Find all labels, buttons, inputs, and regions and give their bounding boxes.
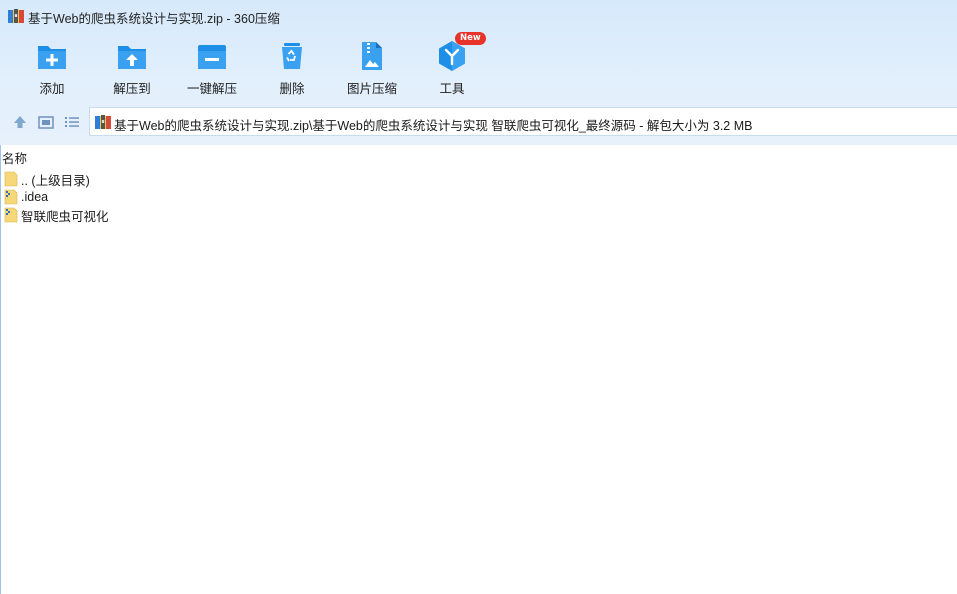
add-label: 添加 [39, 82, 65, 96]
extract-to-icon [118, 46, 146, 69]
add-archive-icon [38, 46, 66, 69]
one-click-extract-icon [198, 45, 226, 69]
image-compress-label: 图片压缩 [346, 82, 397, 96]
folder-icon [4, 189, 18, 205]
extract-to-label: 解压到 [113, 82, 151, 96]
window-title: 基于Web的爬虫系统设计与实现.zip - 360压缩 [28, 12, 280, 26]
one-click-extract-button[interactable]: 一键解压 [172, 38, 252, 98]
delete-button[interactable]: 删除 [252, 38, 332, 98]
list-item[interactable]: 智联爬虫可视化 [4, 206, 109, 224]
file-name: .idea [21, 190, 49, 204]
folder-icon [4, 171, 18, 187]
list-view-icon[interactable] [63, 113, 81, 131]
file-list: 名称 .. (上级目录) .idea 智联爬虫可视化 [0, 145, 957, 594]
folder-icon [4, 207, 18, 223]
navigation-bar: 基于Web的爬虫系统设计与实现.zip\基于Web的爬虫系统设计与实现 智联爬虫… [0, 107, 957, 137]
tools-button[interactable]: New 工具 [412, 32, 492, 98]
address-bar[interactable]: 基于Web的爬虫系统设计与实现.zip\基于Web的爬虫系统设计与实现 智联爬虫… [89, 107, 957, 136]
file-name: .. (上级目录) [21, 173, 90, 188]
add-button[interactable]: 添加 [12, 38, 92, 98]
recycle-bin-icon [282, 43, 302, 69]
thumbnail-view-icon[interactable] [37, 113, 55, 131]
top-chrome: 基于Web的爬虫系统设计与实现.zip - 360压缩 添加 解压到 一键解压 … [0, 0, 957, 145]
column-header-name[interactable]: 名称 [2, 148, 27, 167]
tools-label: 工具 [439, 82, 465, 96]
zip-archive-icon [95, 115, 111, 129]
zip-archive-icon [8, 9, 24, 23]
delete-label: 删除 [279, 82, 305, 96]
file-name: 智联爬虫可视化 [21, 209, 109, 224]
list-item[interactable]: .idea [4, 188, 48, 206]
image-compress-icon [362, 42, 382, 70]
extract-to-button[interactable]: 解压到 [92, 38, 172, 98]
up-level-icon[interactable] [11, 113, 29, 131]
image-compress-button[interactable]: 图片压缩 [332, 38, 412, 98]
list-item[interactable]: .. (上级目录) [4, 170, 90, 188]
list-border [0, 145, 1, 594]
new-badge: New [455, 32, 486, 45]
address-path: 基于Web的爬虫系统设计与实现.zip\基于Web的爬虫系统设计与实现 智联爬虫… [114, 119, 753, 133]
one-click-extract-label: 一键解压 [186, 82, 237, 96]
title-bar: 基于Web的爬虫系统设计与实现.zip - 360压缩 [0, 0, 957, 32]
